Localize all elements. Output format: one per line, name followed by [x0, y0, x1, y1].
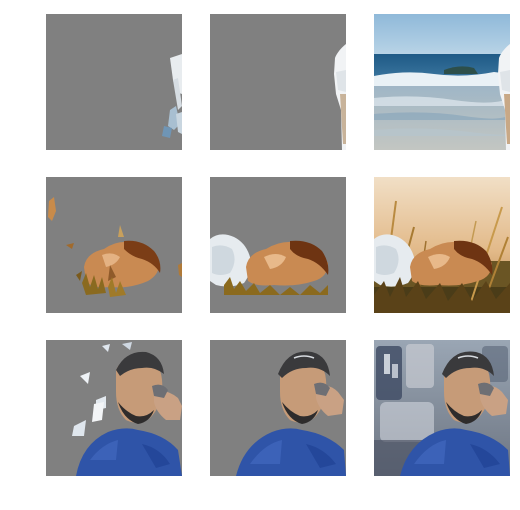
haircut-predicted-mask: [46, 340, 182, 476]
beach-original-image: [374, 14, 510, 150]
beach-ground-truth-mask: [210, 14, 346, 150]
haircut-original-image: [374, 340, 510, 476]
grass-predicted-mask: [46, 177, 182, 313]
segmentation-comparison-grid: [0, 0, 520, 510]
beach-predicted-mask: [46, 14, 182, 150]
grass-ground-truth-mask: [210, 177, 346, 313]
haircut-ground-truth-mask: [210, 340, 346, 476]
grass-original-image: [374, 177, 510, 313]
